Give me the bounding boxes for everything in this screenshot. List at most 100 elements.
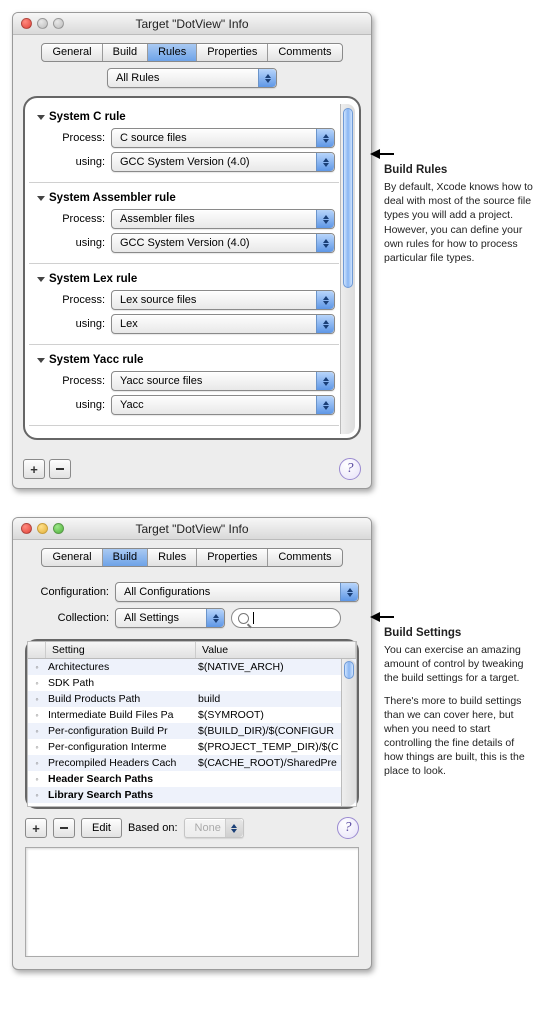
notes-textarea[interactable] [25,847,359,957]
configuration-value: All Configurations [124,586,210,598]
setting-cell: Precompiled Headers Cach [46,757,196,769]
rule-title: System Assembler rule [49,192,176,204]
scrollbar-thumb[interactable] [344,661,354,679]
disclosure-triangle-icon[interactable] [37,196,45,201]
remove-button[interactable] [49,459,71,479]
using-select[interactable]: GCC System Version (4.0) [111,233,335,253]
basedon-select: None [184,818,244,838]
rule-group: System Lex rule Process: Lex source file… [29,266,339,342]
window-title: Target "DotView" Info [13,522,371,536]
tab-general[interactable]: General [42,549,102,566]
tab-rules[interactable]: Rules [148,44,197,61]
process-label: Process: [49,294,105,306]
rules-filter-select[interactable]: All Rules [107,68,277,88]
table-row[interactable]: ◦Build Products Pathbuild [28,691,356,707]
process-select[interactable]: Assembler files [111,209,335,229]
window-title: Target "DotView" Info [13,17,371,31]
tab-properties[interactable]: Properties [197,44,268,61]
tab-build[interactable]: Build [103,549,148,566]
using-select[interactable]: Yacc [111,395,335,415]
chevron-updown-icon [316,210,334,228]
callout-arrow-icon [370,611,534,623]
process-select[interactable]: Lex source files [111,290,335,310]
chevron-updown-icon [316,153,334,171]
table-row[interactable]: ◦Per-configuration Build Pr$(BUILD_DIR)/… [28,723,356,739]
rule-group: System Resource (rez) rule [29,428,339,434]
using-label: using: [49,237,105,249]
row-bullet-icon: ◦ [28,710,46,720]
table-row[interactable]: ◦Library Search Paths [28,787,356,803]
search-text[interactable] [258,612,328,624]
scrollbar[interactable] [341,659,356,806]
table-row[interactable]: ◦Precompiled Headers Cach$(CACHE_ROOT)/S… [28,755,356,771]
value-cell: $(CACHE_ROOT)/SharedPre [196,757,356,769]
using-label: using: [49,156,105,168]
row-bullet-icon: ◦ [28,774,46,784]
process-select[interactable]: Yacc source files [111,371,335,391]
titlebar[interactable]: Target "DotView" Info [13,13,371,35]
chevron-updown-icon [258,69,276,87]
table-row[interactable]: ◦SDK Path [28,675,356,691]
search-input[interactable] [231,608,341,628]
text-caret [253,612,254,624]
rule-title: System C rule [49,111,126,123]
tab-general[interactable]: General [42,44,102,61]
collection-select[interactable]: All Settings [115,608,225,628]
process-value: Yacc source files [120,375,202,387]
window-build: Target "DotView" Info General Build Rule… [12,517,372,970]
table-row[interactable]: ◦Architectures$(NATIVE_ARCH) [28,659,356,675]
using-select[interactable]: Lex [111,314,335,334]
tab-comments[interactable]: Comments [268,44,341,61]
chevron-updown-icon [316,396,334,414]
chevron-updown-icon [316,291,334,309]
window-rules: Target "DotView" Info General Build Rule… [12,12,372,489]
setting-cell: Intermediate Build Files Pa [46,709,196,721]
column-setting[interactable]: Setting [46,642,196,658]
rule-title: System Lex rule [49,273,137,285]
tab-properties[interactable]: Properties [197,549,268,566]
annotation-title: Build Settings [384,627,534,639]
using-value: Yacc [120,399,144,411]
row-bullet-icon: ◦ [28,694,46,704]
row-bullet-icon: ◦ [28,662,46,672]
titlebar[interactable]: Target "DotView" Info [13,518,371,540]
using-value: GCC System Version (4.0) [120,237,250,249]
disclosure-triangle-icon[interactable] [37,358,45,363]
help-button[interactable]: ? [339,458,361,480]
table-row[interactable]: ◦Per-configuration Interme$(PROJECT_TEMP… [28,739,356,755]
edit-button[interactable]: Edit [81,818,122,838]
rule-group: System Assembler rule Process: Assembler… [29,185,339,261]
using-value: GCC System Version (4.0) [120,156,250,168]
setting-cell: Library Search Paths [46,789,196,801]
table-row[interactable]: ◦Intermediate Build Files Pa$(SYMROOT) [28,707,356,723]
chevron-updown-icon [340,583,358,601]
disclosure-triangle-icon[interactable] [37,277,45,282]
remove-button[interactable] [53,818,75,838]
configuration-select[interactable]: All Configurations [115,582,359,602]
scrollbar-thumb[interactable] [343,108,353,288]
rules-filter-value: All Rules [116,72,159,84]
row-bullet-icon: ◦ [28,758,46,768]
basedon-label: Based on: [128,822,178,834]
process-label: Process: [49,375,105,387]
process-select[interactable]: C source files [111,128,335,148]
row-bullet-icon: ◦ [28,790,46,800]
using-label: using: [49,399,105,411]
add-button[interactable]: + [23,459,45,479]
value-cell: build [196,693,356,705]
help-button[interactable]: ? [337,817,359,839]
tab-build[interactable]: Build [103,44,148,61]
using-select[interactable]: GCC System Version (4.0) [111,152,335,172]
annotation-body: You can exercise an amazing amount of co… [384,643,534,686]
column-value[interactable]: Value [196,642,356,658]
annotation-body: By default, Xcode knows how to deal with… [384,180,534,265]
scrollbar[interactable] [340,104,355,434]
tab-rules[interactable]: Rules [148,549,197,566]
value-cell: $(PROJECT_TEMP_DIR)/$(C [196,741,356,753]
chevron-updown-icon [316,315,334,333]
disclosure-triangle-icon[interactable] [37,115,45,120]
chevron-updown-icon [316,372,334,390]
add-button[interactable]: + [25,818,47,838]
tab-comments[interactable]: Comments [268,549,341,566]
table-row[interactable]: ◦Header Search Paths [28,771,356,787]
